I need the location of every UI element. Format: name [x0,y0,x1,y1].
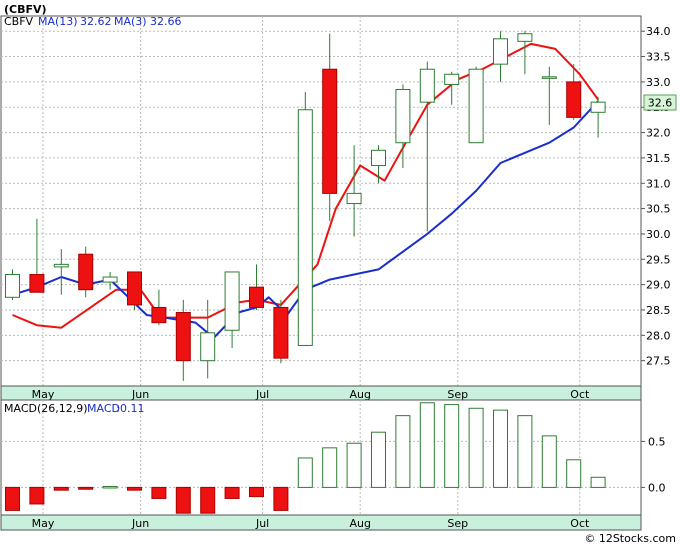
candle-body-down [151,306,167,324]
candle-body-up [517,33,533,42]
macd-bar-negative [273,486,289,511]
candle-body-down [29,273,45,293]
candle-body-up [468,68,484,144]
legend-ma3-value: 32.66 [150,15,182,28]
candle-body-down [566,81,582,118]
candle-body-up [419,68,435,103]
macd-legend-value: 0.11 [120,402,145,415]
macd-month-label: Aug [349,517,370,530]
candle-body-up [200,332,216,362]
macd-bar-positive [346,442,362,488]
macd-bar-negative [200,486,216,514]
price-panel [0,15,642,401]
price-tick-label: 32.0 [646,127,671,140]
macd-month-label: Jul [255,517,269,530]
candle-body-up [297,109,313,346]
price-tick-label: 31.0 [646,177,671,190]
macd-bar-positive [566,459,582,488]
price-tick-label: 30.0 [646,228,671,241]
macd-bar-negative [29,486,45,505]
macd-tick-label: 0.5 [648,435,666,448]
candle-body-up [346,192,362,205]
legend-ma13-label: MA(13) [38,15,78,28]
price-tick-label: 29.5 [646,253,671,266]
last-price-tag: 32.6 [643,94,677,111]
candle-body-down [175,312,191,362]
macd-bar-positive [517,415,533,488]
macd-bar-positive [297,457,313,488]
price-month-label: Oct [570,388,590,401]
macd-axis: 0.5 0.0 [641,435,666,494]
price-month-label: Jul [255,388,269,401]
price-tick-label: 33.5 [646,51,671,64]
macd-month-label: Sep [447,517,468,530]
candle-body-up [493,38,508,65]
candle-body-down [127,271,142,306]
macd-bar-negative [5,486,20,511]
candle-body-up [102,276,118,283]
macd-bar-negative [224,486,240,499]
candle-body-up [395,88,411,144]
macd-bar-positive [493,409,508,488]
price-axis: 27.5 28.0 28.5 29.0 29.5 30.0 30.5 31.0 31.5 32.0… [641,25,671,368]
candle-body-down [322,68,338,194]
price-tick-label: 33.0 [646,76,671,89]
price-month-label: Sep [447,388,468,401]
macd-bar-negative [249,486,264,498]
candle-body-up [541,76,557,79]
price-tick-label: 28.5 [646,304,671,317]
macd-bar-negative [127,486,142,491]
watermark: © 12Stocks.com [584,532,676,545]
macd-bar-positive [444,404,460,488]
macd-month-label: Jun [131,517,149,530]
candle-body-up [53,263,69,268]
price-month-label: May [32,388,55,401]
macd-bar-negative [151,486,167,499]
macd-bar-positive [468,407,484,488]
candle-body-up [444,73,460,85]
macd-bar-positive [371,431,386,488]
candle-body-down [78,253,94,291]
price-tick-label: 27.5 [646,355,671,368]
legend-price-label: CBFV [4,15,34,28]
candle-body-up [224,271,240,331]
stock-chart: 27.5 28.0 28.5 29.0 29.5 30.0 30.5 31.0 31.5 32.0… [0,3,677,545]
macd-x-axis-strip [0,514,642,531]
price-month-label: Jun [131,388,149,401]
price-tick-label: 31.5 [646,152,671,165]
candle-body-up [5,273,20,298]
candle-body-down [249,286,264,308]
candle-body-down [273,306,289,359]
price-tick-label: 28.0 [646,329,671,342]
macd-month-label: Oct [570,517,590,530]
macd-bar-positive [541,435,557,488]
macd-bar-positive [322,447,338,488]
last-price-label: 32.6 [648,97,673,110]
macd-bar-positive [395,415,411,488]
macd-bar-positive [102,485,118,489]
macd-bar-positive [419,402,435,488]
macd-bar-negative [175,486,191,514]
candle-body-up [590,101,606,113]
macd-bar-positive [590,476,606,488]
price-month-label: Aug [349,388,370,401]
macd-title: MACD(26,12,9) [4,402,88,415]
macd-tick-label: 0.0 [648,481,666,494]
x-axis-strip [0,385,642,401]
macd-month-label: May [32,517,55,530]
legend-ma3-label: MA(3) [114,15,147,28]
price-tick-label: 30.5 [646,203,671,216]
price-tick-label: 34.0 [646,25,671,38]
macd-bar-negative [53,486,69,491]
macd-bar-negative [78,486,94,490]
price-tick-label: 29.0 [646,279,671,292]
legend-ma13-value: 32.62 [80,15,112,28]
candle-body-up [371,149,386,167]
